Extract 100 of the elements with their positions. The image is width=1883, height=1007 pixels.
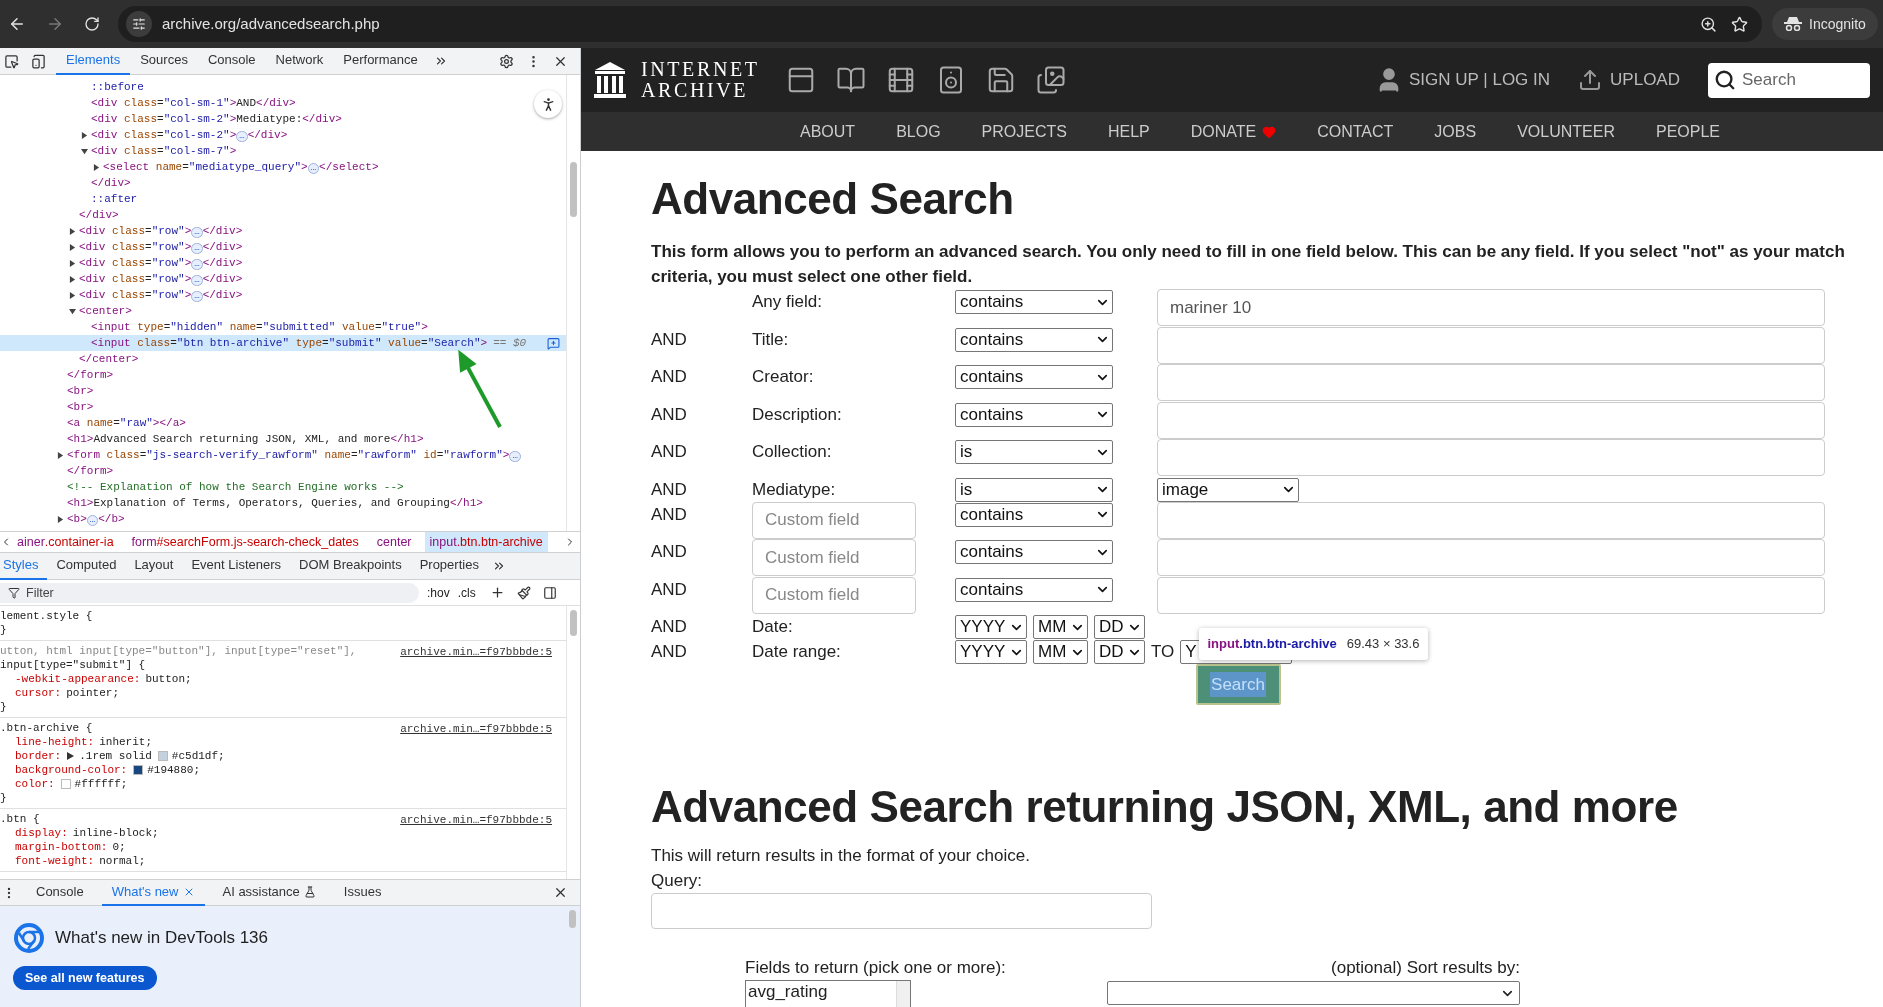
source-link[interactable]: archive.min…=f97bbbde:5	[400, 722, 552, 736]
dom-node[interactable]: <div class="col-sm-1">AND</div>	[0, 95, 566, 111]
forward-icon[interactable]	[46, 15, 64, 33]
nav-link[interactable]: ABOUT	[800, 119, 856, 144]
sidebar-toggle-icon[interactable]	[542, 585, 557, 600]
color-swatch[interactable]	[157, 751, 168, 761]
collapse-arrow-icon[interactable]	[81, 147, 88, 155]
dom-node[interactable]: <form class="js-search-verify_rawform" name="rawform" id="rawform">…	[0, 447, 566, 463]
text-field[interactable]	[1157, 326, 1825, 364]
account-link[interactable]: SIGN UP | LOG IN	[1409, 67, 1551, 93]
text-field[interactable]	[1157, 576, 1825, 614]
operator-select[interactable]: contains	[955, 290, 1113, 314]
breadcrumb[interactable]: form#searchForm.js-search-check_dates	[126, 532, 364, 552]
dom-node[interactable]: </div>	[0, 207, 566, 223]
filter-toggle[interactable]: :hov	[427, 583, 450, 602]
date-select[interactable]: YYYY	[955, 615, 1027, 639]
see-features-button[interactable]: See all new features	[13, 966, 157, 990]
dom-node[interactable]: <!-- Explanation of how the Search Engine works -->	[0, 479, 566, 495]
operator-select[interactable]: contains	[955, 327, 1113, 352]
images-icon[interactable]	[1035, 65, 1066, 95]
styles-tab[interactable]: Properties	[410, 552, 488, 580]
drawer-tab[interactable]: AI assistance	[212, 879, 326, 906]
dom-node[interactable]: <div class="row">…</div>	[0, 239, 566, 255]
operator-select[interactable]: contains	[955, 365, 1113, 389]
text-field[interactable]: mariner 10	[1157, 289, 1825, 326]
sort-select[interactable]	[1107, 981, 1520, 1005]
styles-tab[interactable]: Computed	[47, 552, 126, 580]
address-bar[interactable]: archive.org/advancedsearch.php	[118, 6, 1762, 42]
dom-node[interactable]: <b>…</b>	[0, 511, 566, 527]
dom-node[interactable]: <center>	[0, 303, 566, 319]
styles-tab[interactable]: Styles	[0, 552, 48, 580]
expand-arrow-icon[interactable]	[67, 752, 75, 760]
operator-select[interactable]: is	[955, 440, 1113, 464]
dom-node[interactable]: <a name="raw"></a>	[0, 415, 566, 431]
date-select[interactable]: DD	[1094, 615, 1145, 639]
dom-node[interactable]: ::before	[0, 79, 566, 95]
source-link[interactable]: archive.min…=f97bbbde:5	[400, 813, 552, 827]
drawer-tab[interactable]: Issues	[333, 879, 392, 906]
custom-field[interactable]: Custom field	[752, 501, 916, 539]
expand-arrow-icon[interactable]	[81, 131, 88, 139]
dom-node[interactable]: <div class="col-sm-7">	[0, 143, 566, 159]
bookmark-star-icon[interactable]	[1731, 15, 1748, 33]
reload-icon[interactable]	[84, 16, 100, 32]
search-field[interactable]: Search	[1708, 62, 1870, 98]
book-icon[interactable]	[835, 65, 866, 95]
nav-link[interactable]: VOLUNTEER	[1517, 119, 1615, 144]
date-select[interactable]: YYYY	[955, 640, 1027, 664]
nav-link[interactable]: JOBS	[1434, 119, 1477, 144]
dom-node[interactable]: </form>	[0, 463, 566, 479]
text-field[interactable]	[1157, 439, 1825, 476]
dom-node[interactable]: <div class="col-sm-2">…</div>	[0, 127, 566, 143]
devtools-tab[interactable]: Network	[265, 47, 334, 75]
styles-tab[interactable]: Layout	[125, 552, 183, 580]
operator-select[interactable]: is	[955, 477, 1113, 502]
dom-node[interactable]: <input class="btn btn-archive" type="submit" value="Search"> == $0	[0, 335, 566, 351]
scrollbar-thumb[interactable]	[569, 910, 576, 928]
upload-icon[interactable]	[1578, 68, 1603, 92]
query-field[interactable]	[651, 893, 1152, 929]
dom-node[interactable]: </form>	[0, 367, 566, 383]
source-link[interactable]: archive.min…=f97bbbde:5	[400, 645, 552, 659]
dom-node[interactable]: <select name="mediatype_query">…</select>	[0, 159, 566, 175]
dom-node[interactable]: <input type="hidden" name="submitted" value="true">	[0, 319, 566, 335]
operator-select[interactable]: contains	[955, 540, 1113, 564]
nav-link[interactable]: CONTACT	[1317, 119, 1394, 144]
incognito-chip[interactable]: Incognito	[1772, 8, 1878, 40]
expand-arrow-icon[interactable]	[57, 451, 64, 459]
nav-link[interactable]: HELP	[1107, 119, 1150, 144]
custom-field[interactable]: Custom field	[752, 576, 916, 614]
custom-field[interactable]: Custom field	[752, 539, 916, 576]
close-icon[interactable]	[553, 885, 568, 900]
expand-arrow-icon[interactable]	[69, 275, 76, 283]
paintbrush-icon[interactable]	[516, 585, 531, 600]
scrollbar-thumb[interactable]	[570, 610, 577, 636]
text-field[interactable]	[1157, 401, 1825, 439]
dom-node[interactable]: <h1>Advanced Search returning JSON, XML, and more</h1>	[0, 431, 566, 447]
dom-node[interactable]: <br>	[0, 399, 566, 415]
filter-field[interactable]: Filter	[0, 582, 419, 603]
site-info-icon[interactable]	[132, 17, 146, 31]
expand-arrow-icon[interactable]	[93, 163, 100, 171]
filter-toggle[interactable]: .cls	[457, 583, 476, 602]
accessibility-button[interactable]	[534, 90, 562, 118]
nav-link[interactable]: PEOPLE	[1655, 119, 1720, 144]
devtools-tab[interactable]: Console	[197, 47, 266, 75]
breadcrumb[interactable]: center	[371, 532, 417, 552]
expand-arrow-icon[interactable]	[69, 227, 76, 235]
expand-arrow-icon[interactable]	[69, 259, 76, 267]
dom-node[interactable]: <div class="row">…</div>	[0, 287, 566, 303]
dom-node[interactable]: <div class="row">…</div>	[0, 223, 566, 239]
scrollbar-thumb[interactable]	[570, 162, 577, 217]
text-field[interactable]	[1157, 539, 1825, 576]
date-select[interactable]: MM	[1033, 640, 1088, 664]
zoom-icon[interactable]	[1700, 15, 1717, 33]
operator-select[interactable]: contains	[955, 577, 1113, 602]
list-option[interactable]: avg_rating	[748, 981, 828, 1003]
device-toolbar-icon[interactable]	[31, 53, 46, 69]
nav-link[interactable]: DONATE	[1190, 119, 1277, 144]
chat-icon[interactable]	[547, 336, 560, 350]
inspect-icon[interactable]	[4, 53, 19, 69]
add-rule-icon[interactable]	[489, 585, 505, 600]
nav-link[interactable]: PROJECTS	[981, 119, 1067, 144]
